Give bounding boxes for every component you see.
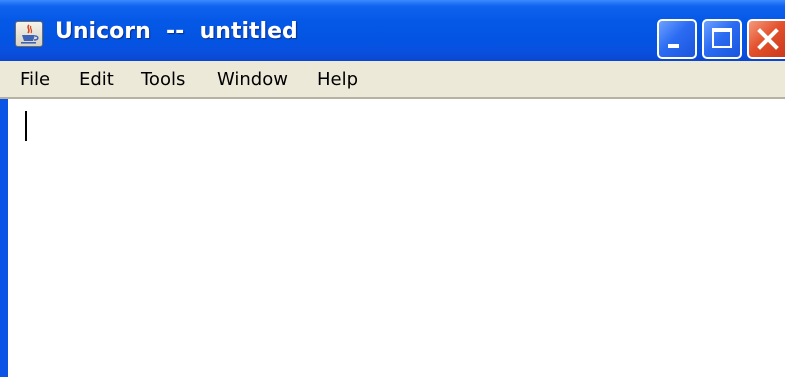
menu-help[interactable]: Help xyxy=(317,69,358,90)
window-left-border xyxy=(0,99,8,377)
menu-edit[interactable]: Edit xyxy=(79,69,114,90)
close-icon xyxy=(755,26,781,57)
title-bar[interactable]: Unicorn -- untitled xyxy=(0,0,785,61)
menu-tools[interactable]: Tools xyxy=(141,69,185,90)
text-editor-area[interactable] xyxy=(8,99,785,377)
maximize-icon xyxy=(712,28,732,48)
text-caret xyxy=(25,111,27,141)
app-window: Unicorn -- untitled File Edit Tools Wind… xyxy=(0,0,785,377)
minimize-button[interactable] xyxy=(657,19,697,59)
window-title: Unicorn -- untitled xyxy=(55,19,298,44)
maximize-button[interactable] xyxy=(702,19,742,59)
java-cup-icon[interactable] xyxy=(15,21,43,47)
menu-bar: File Edit Tools Window Help xyxy=(0,61,785,99)
menu-file[interactable]: File xyxy=(20,69,50,90)
minimize-icon xyxy=(668,44,679,48)
close-button[interactable] xyxy=(747,19,785,59)
menu-window[interactable]: Window xyxy=(217,69,288,90)
